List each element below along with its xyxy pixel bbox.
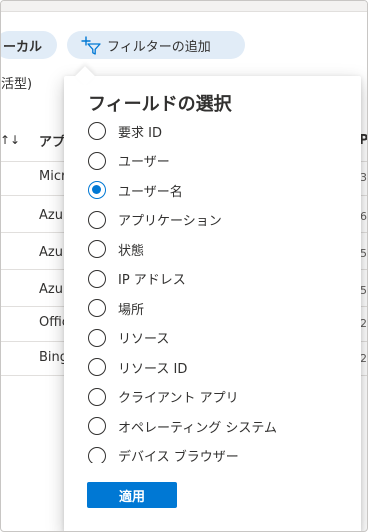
radio-button[interactable] [88,240,106,258]
option-request-id[interactable]: 要求 ID [88,120,162,142]
table-cell-right: 3 [360,171,367,184]
radio-button[interactable] [88,299,106,317]
option-label: ユーザー名 [118,184,183,200]
option-label: デバイス ブラウザー [118,450,239,463]
radio-button-selected[interactable] [88,181,106,199]
filter-pill[interactable]: ーカル [1,31,57,59]
radio-button[interactable] [88,446,106,463]
option-label: IP アドレス [118,273,186,288]
apply-button[interactable]: 適用 [87,482,177,508]
add-filter-icon [81,36,101,55]
option-device-browser[interactable]: デバイス ブラウザー [88,445,239,463]
option-label: 状態 [118,243,145,259]
option-label: 要求 ID [118,125,162,141]
option-client-app[interactable]: クライアント アプリ [88,386,239,408]
radio-button[interactable] [88,417,106,435]
window-frame: ーカル フィルターの追加 活型) ↑↓ アプ P Micr 3 Azur 62 … [0,0,368,532]
sort-icon[interactable]: ↑↓ [1,119,20,161]
option-label: 場所 [118,302,145,318]
radio-button[interactable] [88,210,106,229]
field-options-list[interactable]: 要求 ID ユーザー ユーザー名 アプリケーション 状態 IP アドレス 場所 … [88,120,348,463]
radio-button[interactable] [88,122,106,140]
option-operating-system[interactable]: オペレーティング システム [88,415,277,437]
table-cell-right: 2 [360,317,367,330]
radio-button[interactable] [88,151,106,170]
option-label: ユーザー [118,155,170,170]
option-label: リソース [118,332,170,347]
option-resource[interactable]: リソース [88,327,169,349]
radio-button[interactable] [88,387,106,406]
table-cell-right: 2 [360,352,367,365]
table-cell-name[interactable]: Micr [39,169,66,184]
subtext: 活型) [1,77,33,92]
field-picker-callout: フィールドの選択 要求 ID ユーザー ユーザー名 アプリケーション 状態 IP… [64,76,361,531]
table-cell-right: 62 [360,210,367,223]
table-cell-right: 52 [360,284,367,297]
add-filter-button[interactable]: フィルターの追加 [67,31,245,59]
option-location[interactable]: 場所 [88,297,144,319]
option-label: リソース ID [118,361,188,377]
table-cell-right: 52 [360,247,367,260]
option-application[interactable]: アプリケーション [88,209,222,231]
option-label: クライアント アプリ [118,391,239,406]
option-label: アプリケーション [118,214,222,229]
add-filter-label: フィルターの追加 [107,39,211,55]
option-status[interactable]: 状態 [88,238,144,260]
radio-button[interactable] [88,269,106,288]
option-ip-address[interactable]: IP アドレス [88,268,186,290]
option-resource-id[interactable]: リソース ID [88,356,187,378]
option-user[interactable]: ユーザー [88,150,170,172]
radio-button[interactable] [88,328,106,347]
option-label: オペレーティング システム [118,420,277,436]
popup-title: フィールドの選択 [88,94,232,115]
column-header-app[interactable]: アプ [39,119,65,161]
option-user-name[interactable]: ユーザー名 [88,179,183,201]
top-band [1,1,367,12]
filter-pill-label: ーカル [3,39,43,55]
radio-button[interactable] [88,358,106,376]
